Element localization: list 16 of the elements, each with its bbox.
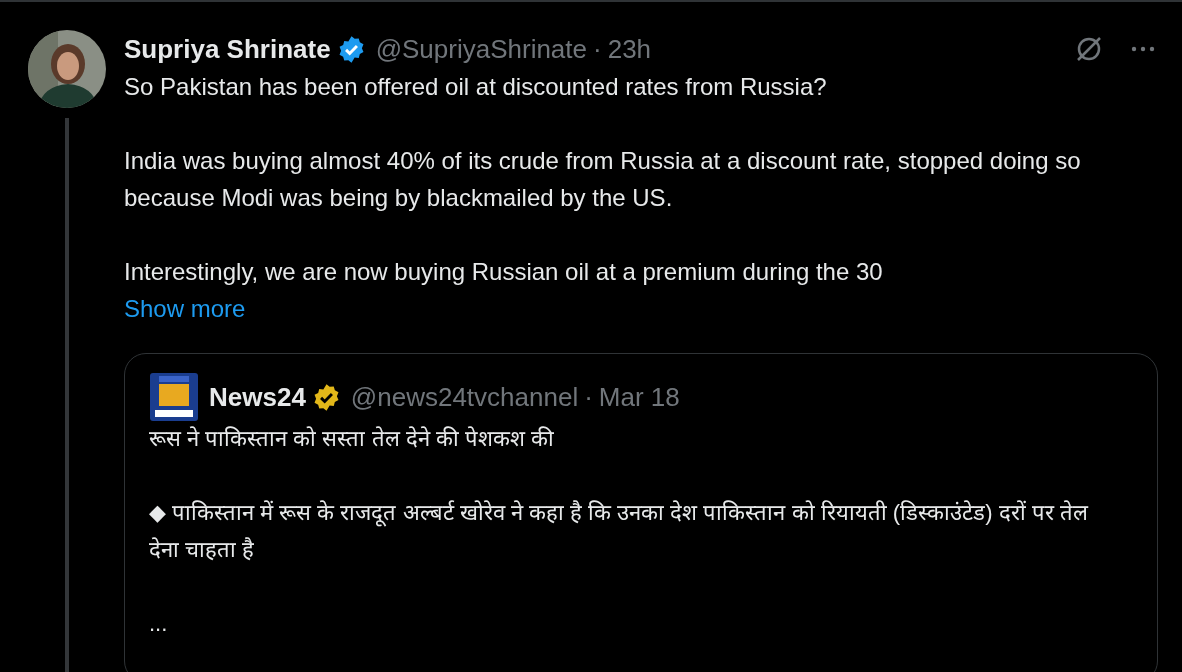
quoted-post-text: रूस ने पाकिस्तान को सस्ता तेल देने की पेशकश की <box>149 425 555 453</box>
separator-dot: · <box>593 33 602 65</box>
post-time[interactable]: Mar 18 <box>598 381 680 413</box>
separator-dot: · <box>584 381 593 413</box>
author-handle[interactable]: @news24tvchannel <box>350 381 579 413</box>
post-time[interactable]: 23h <box>607 33 652 65</box>
post-text: India was buying almost 40% of its crude from Russia at a discount rate, stopped doing so because Modi was being by blackmailed by the US. <box>124 146 1082 213</box>
author-handle[interactable]: @SupriyaShrinate <box>375 33 587 65</box>
channel-logo-icon <box>149 372 199 422</box>
post-text: Interestingly, we are now buying Russian oil at a premium during the 30 <box>124 257 884 287</box>
quoted-post-text: ... <box>149 610 169 638</box>
show-more-link[interactable]: Show more <box>124 290 246 327</box>
quoted-post-text: ◆ पाकिस्तान में रूस के राजदूत अल्बर्ट खोरेव ने कहा है कि उनका देश पाकिस्तान को रियायती (डिस्काउंटेड) दरों पर तेल देना चाहता है <box>149 499 1090 564</box>
post-text: So Pakistan has been offered oil at discounted rates from Russia? <box>124 72 828 102</box>
author-name[interactable]: News24 <box>209 381 306 413</box>
author-name[interactable]: Supriya Shrinate <box>124 33 331 65</box>
